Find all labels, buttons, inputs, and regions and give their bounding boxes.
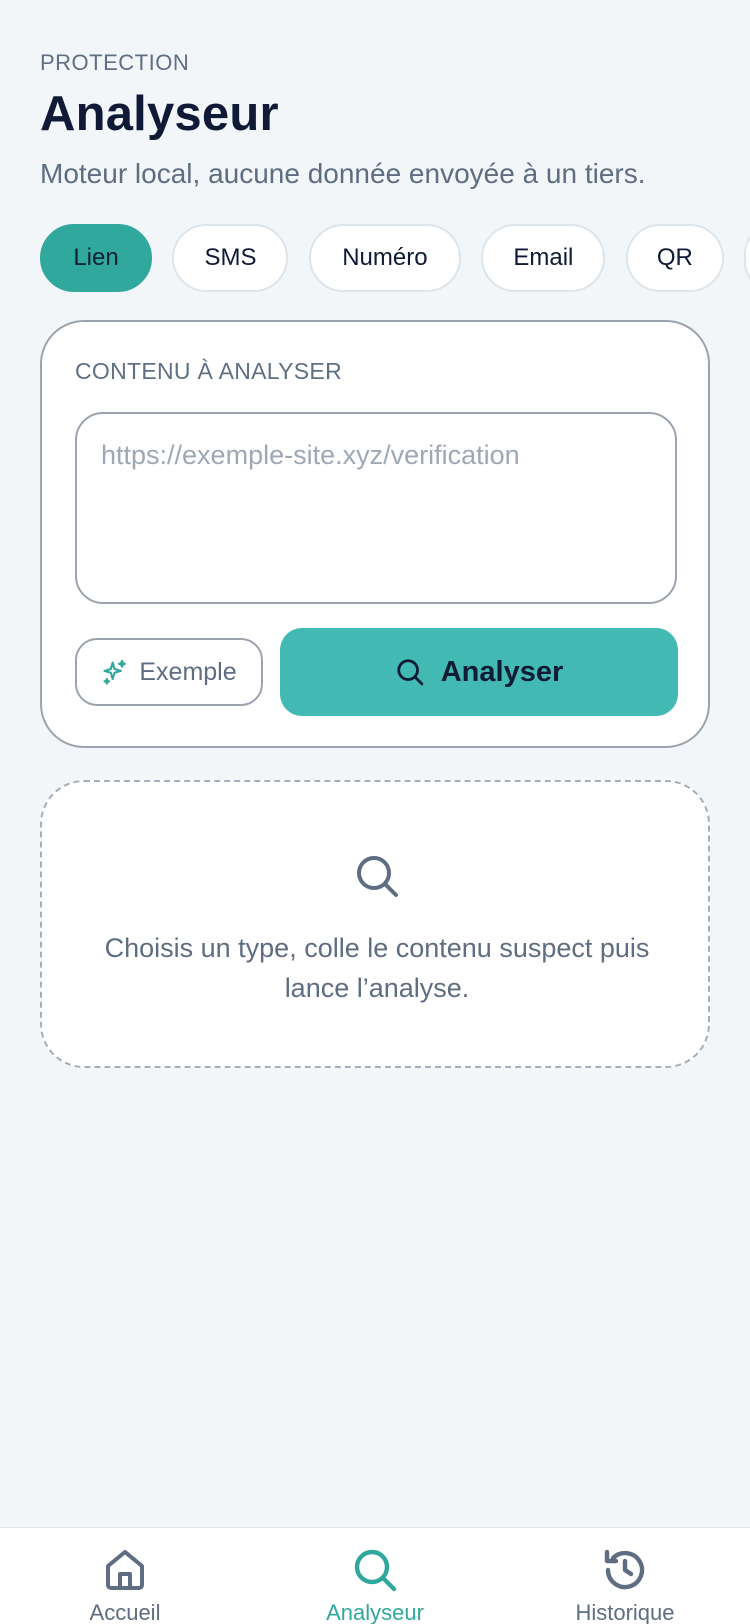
type-chip-more[interactable] — [744, 224, 750, 292]
input-card: CONTENU À ANALYSER Exemple — [40, 320, 710, 748]
input-label: CONTENU À ANALYSER — [75, 358, 342, 384]
search-icon — [353, 852, 401, 900]
analyze-button[interactable]: Analyser — [280, 628, 678, 716]
type-chip-qr[interactable]: QR — [625, 224, 724, 292]
nav-item-analyseur[interactable]: Analyseur — [275, 1546, 475, 1624]
search-icon — [395, 657, 425, 687]
search-icon — [351, 1546, 399, 1594]
content-input[interactable] — [75, 412, 677, 604]
nav-label-analyseur: Analyseur — [326, 1600, 424, 1624]
nav-item-historique[interactable]: Historique — [525, 1546, 725, 1624]
type-selector: Lien SMS Numéro Email QR — [40, 224, 750, 292]
sparkles-icon — [101, 658, 129, 686]
empty-state: Choisis un type, colle le contenu suspec… — [40, 780, 710, 1068]
type-chip-sms[interactable]: SMS — [172, 224, 289, 292]
example-button[interactable]: Exemple — [75, 638, 263, 706]
nav-item-accueil[interactable]: Accueil — [25, 1546, 225, 1624]
nav-label-historique: Historique — [575, 1600, 675, 1624]
type-chip-numero[interactable]: Numéro — [308, 224, 461, 292]
analyzer-screen: PROTECTION Analyseur Moteur local, aucun… — [0, 0, 750, 1624]
type-chip-lien[interactable]: Lien — [40, 224, 152, 292]
section-eyebrow: PROTECTION — [40, 50, 190, 75]
empty-state-message: Choisis un type, colle le contenu suspec… — [104, 933, 650, 1003]
bottom-navigation: Accueil Analyseur Historique — [0, 1527, 750, 1624]
type-chip-email[interactable]: Email — [481, 224, 606, 292]
nav-label-accueil: Accueil — [89, 1600, 161, 1624]
history-icon — [601, 1546, 649, 1594]
page-subtitle: Moteur local, aucune donnée envoyée à un… — [40, 158, 646, 189]
page-title: Analyseur — [40, 87, 279, 141]
example-button-label: Exemple — [139, 657, 237, 686]
home-icon — [101, 1546, 149, 1594]
analyze-button-label: Analyser — [440, 655, 564, 688]
